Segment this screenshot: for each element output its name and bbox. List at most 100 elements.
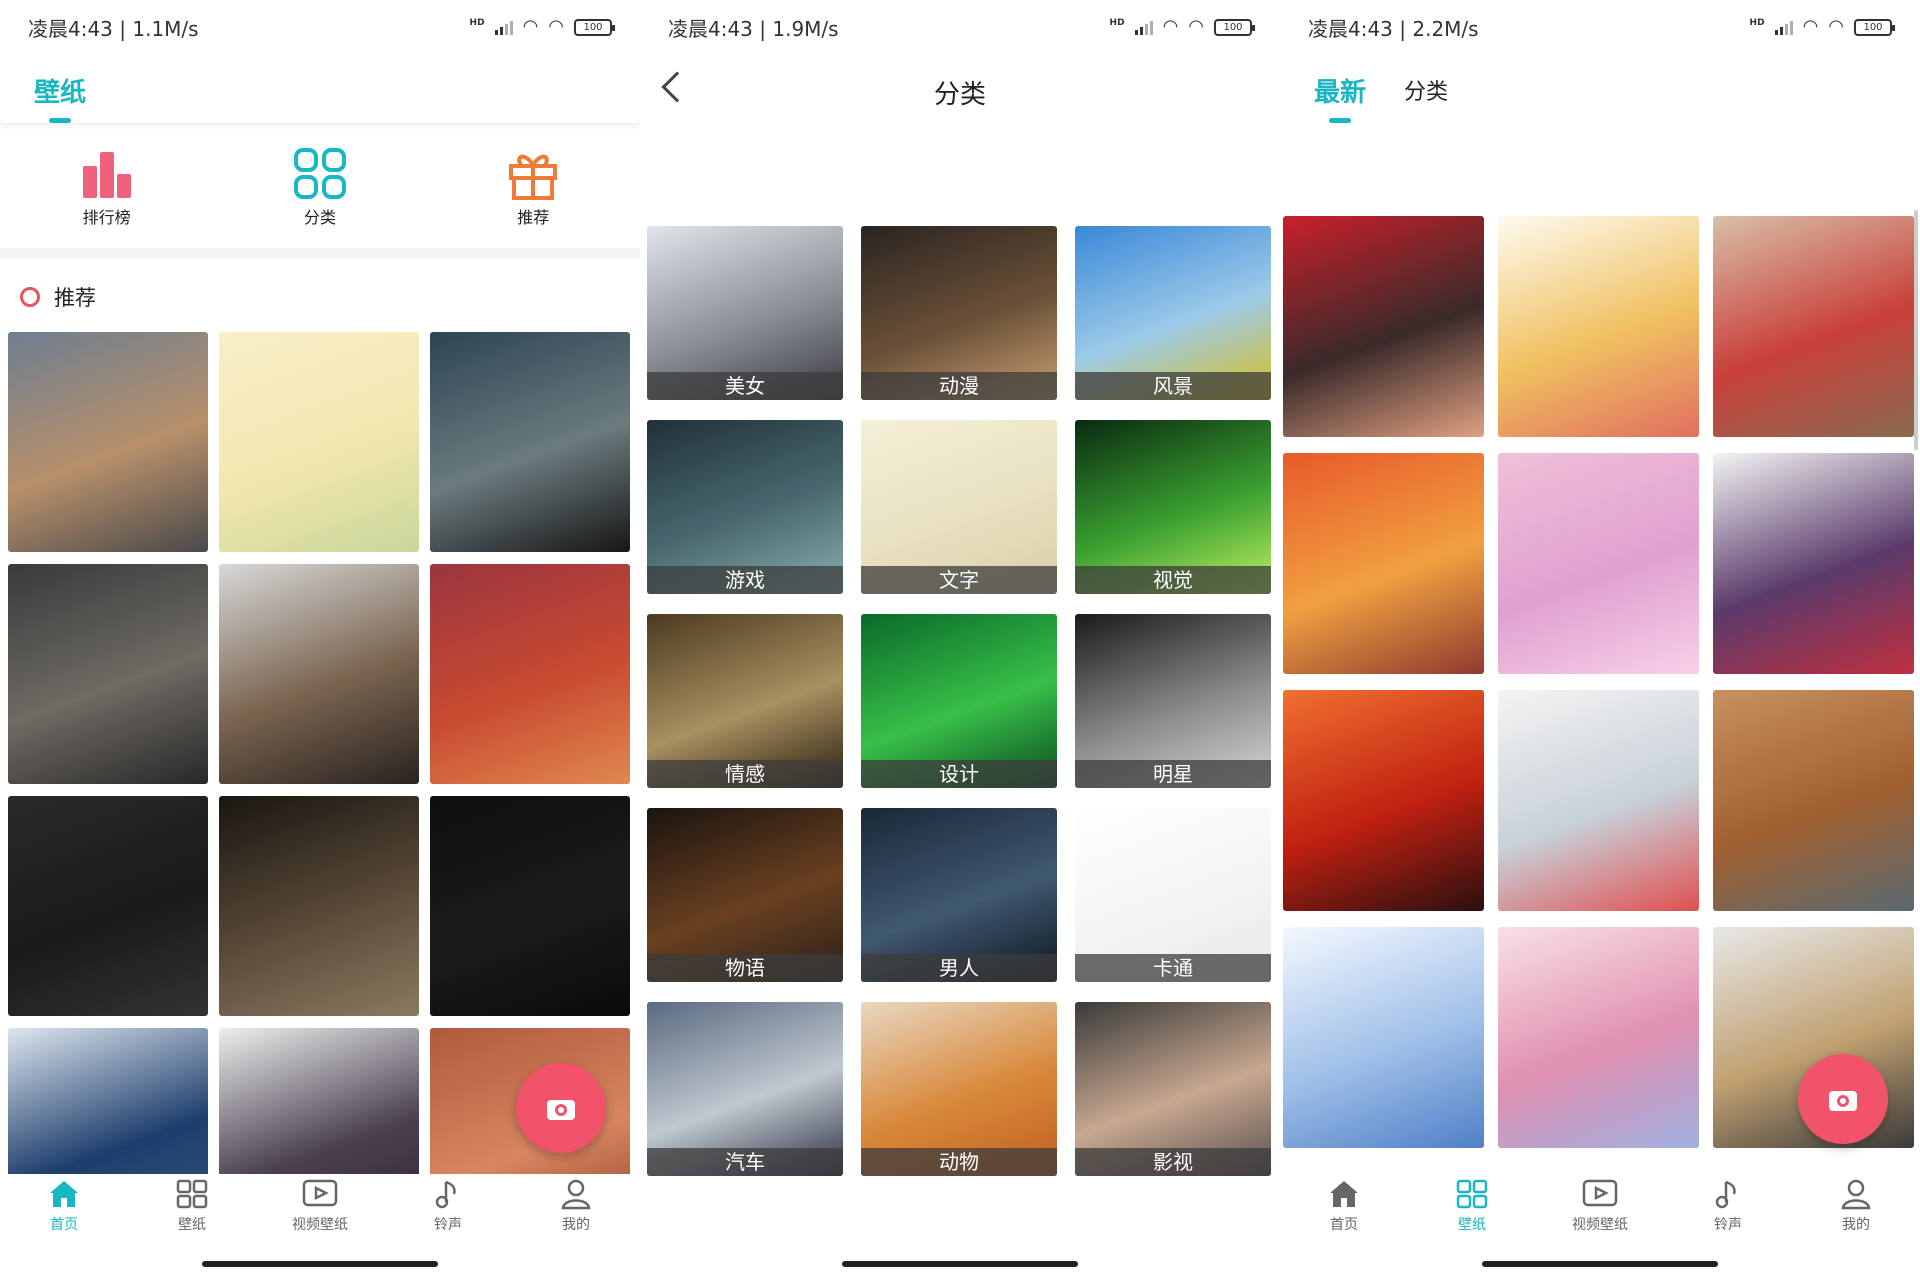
home-indicator [1482, 1261, 1718, 1267]
category-card[interactable]: 视觉 [1075, 420, 1271, 594]
home-icon [1304, 1174, 1384, 1214]
profile-icon [1816, 1174, 1896, 1214]
wallpaper-thumbnail[interactable] [430, 332, 630, 552]
gift-icon [468, 144, 598, 200]
tab-video[interactable]: 视频壁纸 [1560, 1174, 1640, 1254]
wallpaper-thumbnail[interactable] [1498, 690, 1699, 911]
wallpaper-thumbnail[interactable] [8, 332, 208, 552]
wallpaper-thumbnail[interactable] [1498, 927, 1699, 1148]
tab-category-label: 分类 [1404, 80, 1449, 105]
quick-ranking-label: 排行榜 [82, 208, 131, 227]
category-label: 卡通 [1075, 954, 1271, 982]
category-card[interactable]: 文字 [861, 420, 1057, 594]
grid-icon [152, 1174, 232, 1214]
scrollbar[interactable] [1914, 210, 1918, 450]
tab-music-note[interactable]: 铃声 [408, 1174, 488, 1254]
tab-music-note[interactable]: 铃声 [1688, 1174, 1768, 1254]
wallpaper-thumbnail[interactable] [8, 564, 208, 784]
quick-recommend[interactable]: 推荐 [468, 140, 598, 240]
music-note-icon [1688, 1174, 1768, 1214]
section-header: 推荐 [20, 282, 96, 312]
camera-icon [547, 1100, 575, 1120]
category-label: 汽车 [647, 1148, 843, 1176]
category-card[interactable]: 汽车 [647, 1002, 843, 1176]
wallpaper-thumbnail[interactable] [1713, 453, 1914, 674]
wallpaper-thumbnail[interactable] [1283, 216, 1484, 437]
quick-ranking[interactable]: 排行榜 [42, 140, 172, 240]
tab-grid[interactable]: 壁纸 [152, 1174, 232, 1254]
quick-category[interactable]: 分类 [255, 140, 385, 240]
top-app-bar: 壁纸 [0, 62, 640, 124]
tab-wallpaper-label: 壁纸 [34, 78, 87, 108]
bottom-tab-bar: 首页 壁纸 视频壁纸 铃声 我的 [1280, 1174, 1920, 1254]
camera-fab[interactable] [516, 1063, 606, 1153]
tab-label: 铃声 [434, 1217, 462, 1233]
tab-profile[interactable]: 我的 [536, 1174, 616, 1254]
category-label: 动物 [861, 1148, 1057, 1176]
grid-icon [255, 144, 385, 200]
tab-wallpaper[interactable]: 壁纸 [34, 72, 87, 123]
category-grid: 美女 动漫 风景游戏 文字 视觉情感 设计 明星物语 男人 卡通汽车 动物 影视 [647, 226, 1273, 1176]
category-label: 明星 [1075, 760, 1271, 788]
category-card[interactable]: 动物 [861, 1002, 1057, 1176]
status-bar: 凌晨4:43 | 1.1M/s HD ◠ ◠ 100 [0, 0, 640, 54]
category-card[interactable]: 动漫 [861, 226, 1057, 400]
video-icon [1560, 1174, 1640, 1214]
page-title: 分类 [933, 80, 986, 110]
battery-icon: 100 [1854, 18, 1895, 36]
wallpaper-thumbnail[interactable] [8, 796, 208, 1016]
tab-grid[interactable]: 壁纸 [1432, 1174, 1512, 1254]
wallpaper-thumbnail[interactable] [1283, 927, 1484, 1148]
wallpaper-thumbnail[interactable] [430, 796, 630, 1016]
quick-recommend-label: 推荐 [517, 208, 550, 227]
wallpaper-thumbnail[interactable] [1713, 690, 1914, 911]
wallpaper-thumbnail[interactable] [219, 564, 419, 784]
home-screen: 凌晨4:43 | 1.1M/s HD ◠ ◠ 100 壁纸 排行榜 分类 推荐 … [0, 0, 640, 1279]
tab-label: 壁纸 [1458, 1217, 1486, 1233]
wallpaper-thumbnail[interactable] [1498, 453, 1699, 674]
category-label: 物语 [647, 954, 843, 982]
wallpaper-thumbnail[interactable] [219, 796, 419, 1016]
wallpaper-thumbnail[interactable] [1283, 453, 1484, 674]
top-tabs: 最新 分类 [1280, 62, 1920, 124]
tab-indicator [1329, 118, 1351, 123]
tab-label: 视频壁纸 [292, 1217, 348, 1233]
section-divider [0, 248, 640, 258]
status-bar: 凌晨4:43 | 1.9M/s HD ◠ ◠ 100 [640, 0, 1280, 54]
tab-home[interactable]: 首页 [1304, 1174, 1384, 1254]
tab-latest[interactable]: 最新 [1314, 72, 1366, 123]
category-card[interactable]: 游戏 [647, 420, 843, 594]
wallpaper-thumbnail[interactable] [1713, 216, 1914, 437]
video-icon [280, 1174, 360, 1214]
tab-label: 铃声 [1714, 1217, 1742, 1233]
tab-label: 我的 [1842, 1217, 1870, 1233]
category-card[interactable]: 情感 [647, 614, 843, 788]
category-card[interactable]: 影视 [1075, 1002, 1271, 1176]
category-card[interactable]: 美女 [647, 226, 843, 400]
tab-profile[interactable]: 我的 [1816, 1174, 1896, 1254]
grid-icon [1432, 1174, 1512, 1214]
category-card[interactable]: 物语 [647, 808, 843, 982]
camera-fab[interactable] [1798, 1054, 1888, 1144]
category-card[interactable]: 风景 [1075, 226, 1271, 400]
tab-home[interactable]: 首页 [24, 1174, 104, 1254]
wallpaper-thumbnail[interactable] [430, 564, 630, 784]
category-card[interactable]: 明星 [1075, 614, 1271, 788]
circle-icon [20, 287, 40, 307]
wallpaper-thumbnail[interactable] [1283, 690, 1484, 911]
wallpaper-thumbnail[interactable] [219, 332, 419, 552]
category-card[interactable]: 卡通 [1075, 808, 1271, 982]
wallpaper-thumbnail[interactable] [1498, 216, 1699, 437]
category-card[interactable]: 设计 [861, 614, 1057, 788]
top-app-bar: 分类 [640, 62, 1280, 124]
tab-label: 首页 [1330, 1217, 1358, 1233]
home-indicator [202, 1261, 438, 1267]
tab-video[interactable]: 视频壁纸 [280, 1174, 360, 1254]
hotspot-icon: ◠ [1188, 16, 1204, 37]
category-card[interactable]: 男人 [861, 808, 1057, 982]
quick-entry-row: 排行榜 分类 推荐 [0, 140, 640, 240]
tab-category[interactable]: 分类 [1404, 74, 1448, 106]
wifi-icon: ◠ [522, 16, 539, 37]
latest-grid [1283, 216, 1920, 1148]
wifi-icon: ◠ [1802, 16, 1819, 37]
